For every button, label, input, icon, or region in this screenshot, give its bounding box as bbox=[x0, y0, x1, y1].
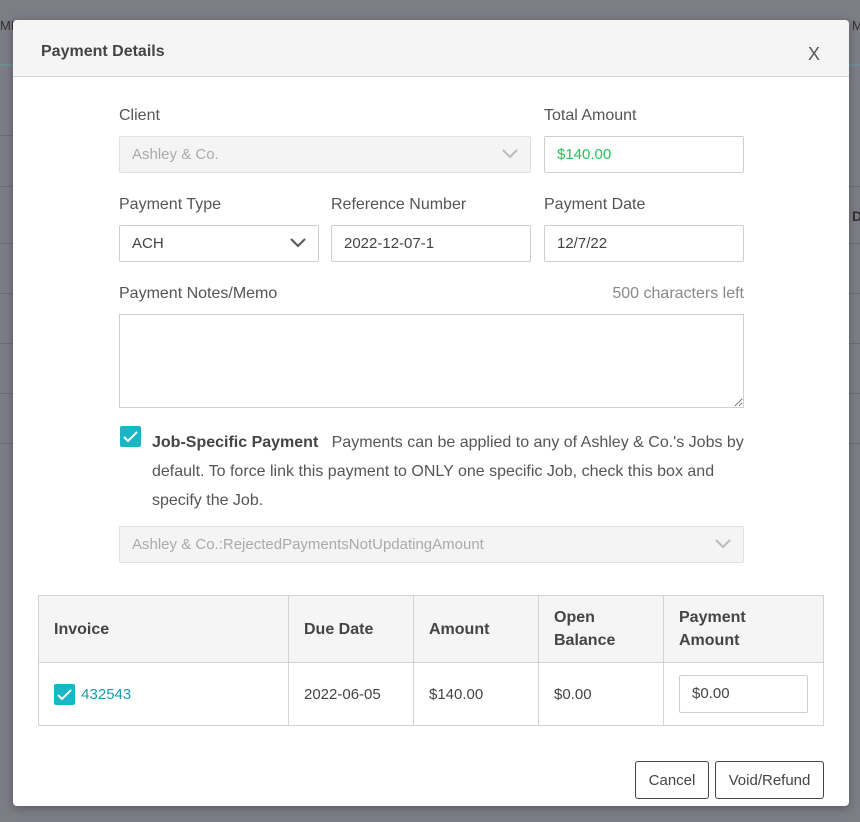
invoice-link[interactable]: 432543 bbox=[81, 686, 131, 703]
chevron-down-icon bbox=[502, 149, 518, 159]
column-header-due-date: Due Date bbox=[288, 595, 414, 663]
invoice-row-checkbox[interactable] bbox=[54, 683, 75, 705]
payment-amount-line-2: Amount bbox=[679, 632, 740, 649]
background-column-header: D bbox=[852, 208, 860, 224]
total-amount-value: $140.00 bbox=[557, 146, 612, 163]
chevron-down-icon bbox=[290, 238, 306, 248]
job-select[interactable]: Ashley & Co.:RejectedPaymentsNotUpdating… bbox=[119, 526, 744, 563]
background-row-line bbox=[849, 393, 860, 394]
open-balance-line-2: Balance bbox=[554, 632, 616, 649]
invoice-cell: 432543 bbox=[38, 662, 289, 726]
job-specific-text: Job-Specific Payment Payments can be app… bbox=[152, 428, 752, 515]
amount-cell: $140.00 bbox=[413, 662, 539, 726]
background-row-line bbox=[0, 443, 13, 444]
due-date-cell: 2022-06-05 bbox=[288, 662, 414, 726]
memo-label: Payment Notes/Memo bbox=[119, 285, 278, 302]
background-row-line bbox=[0, 186, 13, 187]
column-header-payment-amount: Payment Amount bbox=[663, 595, 824, 663]
job-specific-checkbox[interactable] bbox=[120, 426, 141, 447]
payment-date-value: 12/7/22 bbox=[557, 235, 608, 252]
column-header-invoice: Invoice bbox=[38, 595, 289, 663]
payment-type-label: Payment Type bbox=[119, 196, 221, 213]
payment-amount-cell: $0.00 bbox=[663, 662, 824, 726]
table-row: 432543 2022-06-05 $140.00 $0.00 $0.00 bbox=[38, 662, 824, 726]
background-row-line bbox=[849, 293, 860, 294]
payment-date-field[interactable]: 12/7/22 bbox=[544, 225, 744, 262]
column-header-amount: Amount bbox=[413, 595, 539, 663]
background-row-line bbox=[0, 293, 13, 294]
reference-number-label: Reference Number bbox=[331, 196, 467, 213]
background-row-line bbox=[0, 243, 13, 244]
background-row-line bbox=[849, 243, 860, 244]
background-row-line bbox=[0, 343, 13, 344]
total-amount-field[interactable]: $140.00 bbox=[544, 136, 744, 173]
reference-number-field[interactable]: 2022-12-07-1 bbox=[331, 225, 531, 262]
open-balance-line-1: Open bbox=[554, 609, 595, 626]
column-header-open-balance: Open Balance bbox=[538, 595, 664, 663]
checkmark-icon bbox=[123, 431, 138, 443]
background-row-line bbox=[849, 343, 860, 344]
job-value: Ashley & Co.:RejectedPaymentsNotUpdating… bbox=[132, 536, 484, 553]
background-row-line bbox=[0, 393, 13, 394]
checkmark-icon bbox=[57, 688, 72, 700]
open-balance-cell: $0.00 bbox=[538, 662, 664, 726]
close-button[interactable]: X bbox=[808, 44, 820, 65]
background-row-line bbox=[0, 135, 13, 136]
cancel-button[interactable]: Cancel bbox=[635, 761, 709, 799]
modal-header: Payment Details X bbox=[13, 20, 849, 77]
memo-textarea[interactable] bbox=[119, 314, 744, 408]
modal-title: Payment Details bbox=[41, 43, 165, 60]
total-amount-label: Total Amount bbox=[544, 107, 637, 124]
payment-type-value: ACH bbox=[132, 235, 164, 252]
payment-details-modal: Payment Details X Client Ashley & Co. To… bbox=[13, 20, 849, 806]
background-row-line bbox=[849, 186, 860, 187]
background-row-line bbox=[849, 443, 860, 444]
payment-date-label: Payment Date bbox=[544, 196, 646, 213]
job-specific-label: Job-Specific Payment bbox=[152, 434, 319, 451]
table-header-row: Invoice Due Date Amount Open Balance Pay… bbox=[38, 595, 824, 663]
client-label: Client bbox=[119, 107, 160, 124]
payment-type-select[interactable]: ACH bbox=[119, 225, 319, 262]
invoice-table: Invoice Due Date Amount Open Balance Pay… bbox=[38, 595, 824, 726]
payment-amount-input[interactable]: $0.00 bbox=[679, 675, 808, 713]
payment-amount-line-1: Payment bbox=[679, 609, 746, 626]
chevron-down-icon bbox=[715, 539, 731, 549]
memo-characters-left: 500 characters left bbox=[612, 285, 744, 302]
client-select[interactable]: Ashley & Co. bbox=[119, 136, 531, 173]
client-value: Ashley & Co. bbox=[132, 146, 219, 163]
void-refund-button[interactable]: Void/Refund bbox=[715, 761, 824, 799]
reference-number-value: 2022-12-07-1 bbox=[344, 235, 435, 252]
background-text-right: M bbox=[852, 18, 860, 33]
